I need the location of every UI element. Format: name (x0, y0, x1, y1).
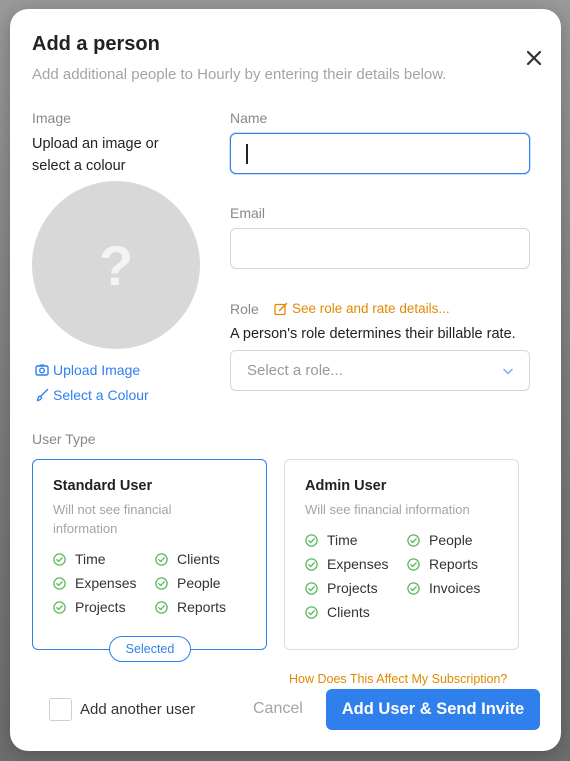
role-details-label: See role and rate details... (292, 301, 450, 316)
check-circle-icon (53, 600, 66, 614)
check-circle-icon (305, 557, 318, 571)
email-label: Email (230, 205, 266, 221)
user-type-label: User Type (32, 431, 96, 447)
feature-item: Time (305, 532, 358, 548)
feature-item: People (155, 575, 221, 591)
subscription-link[interactable]: How Does This Affect My Subscription? (289, 672, 507, 686)
select-colour-link[interactable]: Select a Colour (35, 387, 149, 403)
close-icon (526, 50, 542, 66)
check-circle-icon (53, 576, 66, 590)
feature-label: Projects (75, 599, 126, 615)
feature-item: Clients (155, 551, 220, 567)
select-colour-label: Select a Colour (53, 387, 149, 403)
close-button[interactable] (523, 47, 545, 69)
upload-image-link[interactable]: Upload Image (35, 362, 140, 378)
feature-label: Expenses (327, 556, 389, 572)
question-mark-icon: ? (98, 233, 134, 297)
check-circle-icon (155, 552, 168, 566)
check-circle-icon (305, 581, 318, 595)
edit-icon (274, 302, 288, 315)
check-circle-icon (305, 605, 318, 619)
add-person-modal: Add a person Add additional people to Ho… (10, 9, 561, 751)
role-select[interactable]: Select a role... (230, 350, 530, 391)
standard-user-card[interactable]: Standard User Will not see financial inf… (32, 459, 267, 662)
feature-item: People (407, 532, 473, 548)
check-circle-icon (305, 533, 318, 547)
admin-user-card[interactable]: Admin User Will see financial informatio… (284, 459, 519, 650)
feature-item: Invoices (407, 580, 480, 596)
feature-label: People (177, 575, 221, 591)
feature-item: Projects (53, 599, 126, 615)
check-circle-icon (407, 557, 420, 571)
feature-item: Projects (305, 580, 378, 596)
standard-user-desc: Will not see financial information (53, 502, 172, 536)
role-help: A person's role determines their billabl… (230, 326, 516, 342)
feature-item: Time (53, 551, 106, 567)
brush-icon (36, 388, 49, 402)
check-circle-icon (155, 576, 168, 590)
check-circle-icon (407, 533, 420, 547)
role-select-placeholder: Select a role... (247, 362, 343, 379)
feature-label: Reports (429, 556, 479, 572)
modal-subtitle: Add additional people to Hourly by enter… (32, 66, 447, 83)
upload-image-label: Upload Image (53, 362, 141, 378)
feature-label: People (429, 532, 473, 548)
avatar-placeholder[interactable]: ? (32, 181, 200, 349)
feature-item: Expenses (53, 575, 136, 591)
selected-badge: Selected (109, 636, 191, 662)
image-help-line2: select a colour (32, 158, 126, 174)
cancel-button[interactable]: Cancel (253, 700, 303, 718)
image-label: Image (32, 110, 71, 126)
add-another-checkbox[interactable] (49, 698, 72, 721)
role-label: Role (230, 301, 259, 317)
feature-item: Clients (305, 604, 370, 620)
feature-label: Expenses (75, 575, 137, 591)
name-input[interactable] (230, 133, 530, 174)
feature-label: Time (75, 551, 106, 567)
feature-label: Projects (327, 580, 378, 596)
add-user-send-invite-button[interactable]: Add User & Send Invite (326, 689, 540, 730)
feature-item: Reports (407, 556, 478, 572)
add-another-label: Add another user (80, 701, 196, 718)
feature-label: Time (327, 532, 358, 548)
modal-title: Add a person (32, 33, 160, 55)
camera-icon (35, 364, 49, 376)
name-label: Name (230, 110, 268, 126)
feature-item: Reports (155, 599, 226, 615)
feature-item: Expenses (305, 556, 388, 572)
feature-label: Clients (327, 604, 370, 620)
text-caret (246, 144, 248, 164)
feature-label: Clients (177, 551, 220, 567)
standard-user-title: Standard User (53, 478, 153, 494)
image-help-line1: Upload an image or (32, 136, 159, 152)
feature-label: Invoices (429, 580, 481, 596)
admin-user-title: Admin User (305, 478, 387, 494)
role-details-link[interactable]: See role and rate details... (274, 301, 450, 316)
email-input[interactable] (230, 228, 530, 269)
chevron-down-icon (503, 368, 513, 374)
admin-user-desc: Will see financial information (305, 502, 470, 517)
feature-label: Reports (177, 599, 227, 615)
check-circle-icon (407, 581, 420, 595)
check-circle-icon (53, 552, 66, 566)
check-circle-icon (155, 600, 168, 614)
